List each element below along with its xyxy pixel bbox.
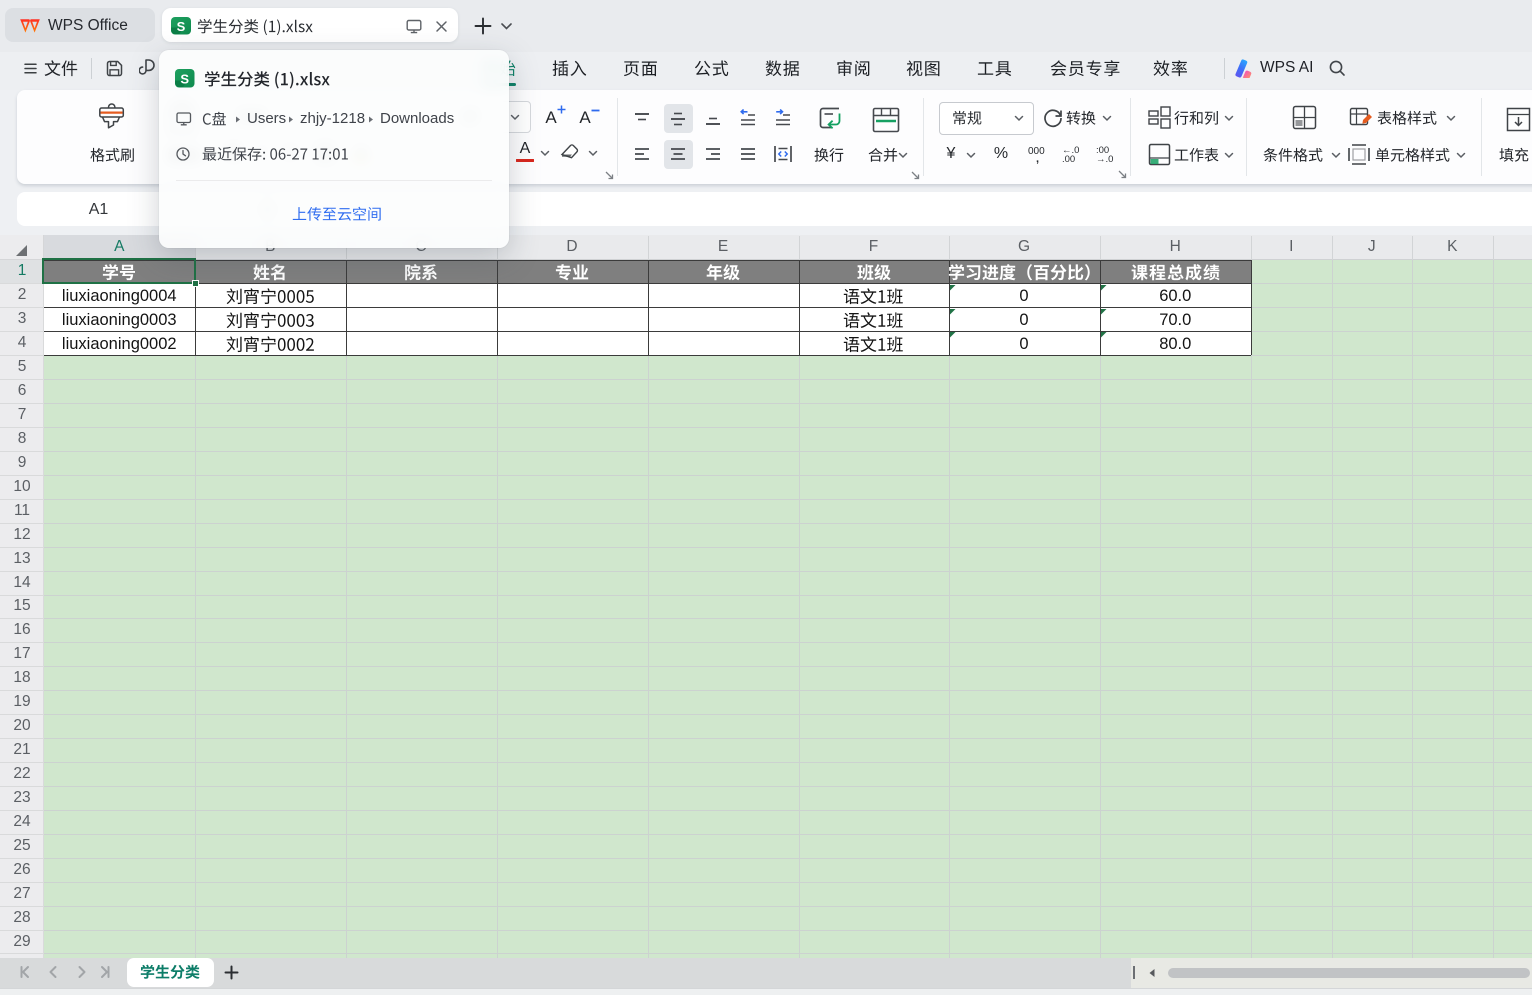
svg-text:S: S — [181, 71, 190, 86]
svg-text:→.0: →.0 — [1096, 154, 1113, 164]
svg-text:.00: .00 — [1062, 154, 1075, 164]
svg-text:S: S — [176, 19, 185, 34]
svg-text:,: , — [1036, 153, 1039, 164]
